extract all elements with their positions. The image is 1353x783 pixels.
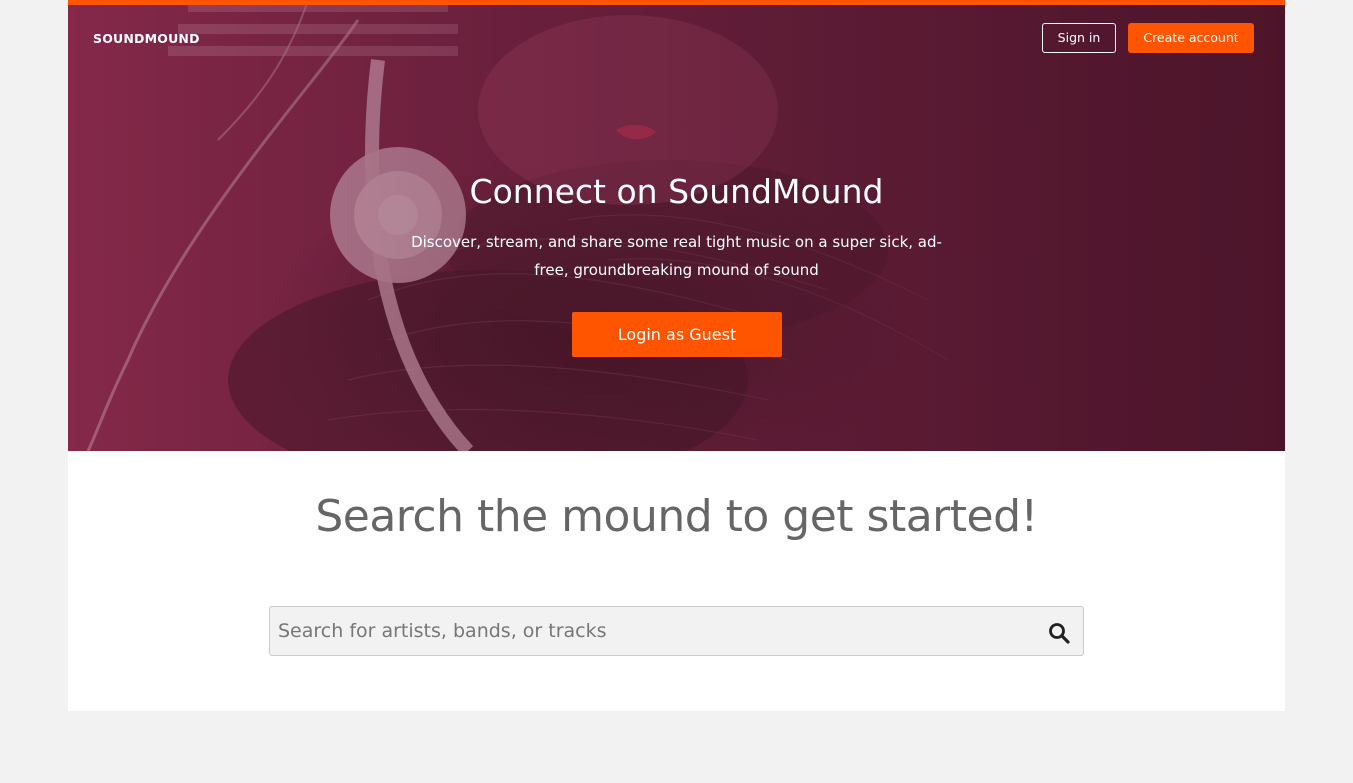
hero-banner: SOUNDMOUND Sign in Create account Connec… <box>68 0 1285 451</box>
top-accent-bar <box>68 0 1285 5</box>
search-icon[interactable] <box>1048 622 1070 644</box>
logo[interactable]: SOUNDMOUND <box>93 31 200 46</box>
hero-title: Connect on SoundMound <box>469 172 884 211</box>
login-as-guest-button[interactable]: Login as Guest <box>572 312 782 357</box>
create-account-button[interactable]: Create account <box>1128 23 1254 53</box>
search-bar <box>269 606 1084 656</box>
hero-image <box>68 0 1285 451</box>
hero-subtitle: Discover, stream, and share some real ti… <box>411 233 942 279</box>
sign-in-button[interactable]: Sign in <box>1042 23 1116 53</box>
page-container: SOUNDMOUND Sign in Create account Connec… <box>68 0 1285 711</box>
search-input[interactable] <box>270 607 1030 655</box>
search-heading: Search the mound to get started! <box>315 491 1038 542</box>
